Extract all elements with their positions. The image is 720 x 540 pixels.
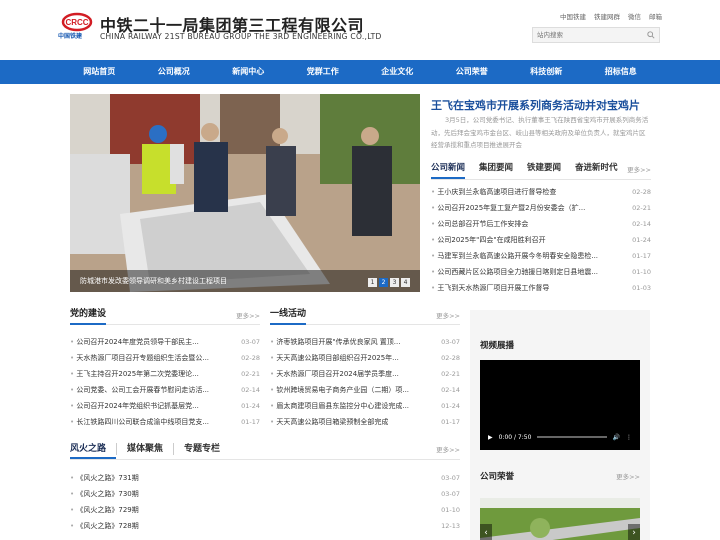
list-item[interactable]: 王小庆到兰永临高速项目进行督导检查02-28 — [431, 184, 651, 200]
slider-dot-4[interactable]: 4 — [401, 278, 410, 287]
tab-crcc-news[interactable]: 铁建要闻 — [527, 160, 561, 179]
site-header: CRCC 中国铁建 中铁二十一局集团第三工程有限公司 CHINA RAILWAY… — [0, 0, 720, 60]
fenghuo-list: 《风火之路》731期03-07 《风火之路》730期03-07 《风火之路》72… — [70, 470, 460, 534]
list-item[interactable]: 王飞到天水热源厂项目开展工作督导01-03 — [431, 280, 651, 296]
video-player[interactable]: ▶ 0:00 / 7:50 🔊 ⋮ — [480, 360, 640, 450]
right-panel: 视频展播 ▶ 0:00 / 7:50 🔊 ⋮ 公司荣誉 更多>> ‹ › — [470, 310, 650, 540]
nav-tech[interactable]: 科技创新 — [509, 60, 584, 84]
top-link-wechat[interactable]: 微信 — [628, 11, 641, 21]
frontline-section-header: 一线活动 更多>> — [270, 305, 460, 325]
list-item[interactable]: 《风火之路》729期01-10 — [70, 502, 460, 518]
volume-icon[interactable]: 🔊 — [613, 434, 620, 441]
slider-dot-1[interactable]: 1 — [368, 278, 377, 287]
tab-company-news[interactable]: 公司新闻 — [431, 160, 466, 179]
news-tabs: 公司新闻 集团要闻 铁建要闻 奋进新时代 更多>> — [431, 160, 651, 180]
search-box — [532, 27, 660, 43]
list-item[interactable]: 公司总部召开节后工作安排会02-14 — [431, 216, 651, 232]
play-icon[interactable]: ▶ — [488, 434, 493, 441]
nav-culture[interactable]: 企业文化 — [360, 60, 435, 84]
list-item[interactable]: 天水热源厂项目召开专题组织生活会暨公...02-28 — [70, 350, 260, 366]
party-section-title: 党的建设 — [70, 305, 107, 325]
list-item[interactable]: 公司党委、公司工会开展春节慰问走访活...02-14 — [70, 382, 260, 398]
list-item[interactable]: 公司召开2025年复工复产暨2月份安委会（扩...02-21 — [431, 200, 651, 216]
headline-title[interactable]: 王飞在宝鸡市开展系列商务活动并对宝鸡片 — [431, 97, 640, 113]
list-item[interactable]: 《风火之路》731期03-07 — [70, 470, 460, 486]
headline-summary: 3月5日，公司党委书记、执行董事王飞在陕西省宝鸡市开展系列商务活动，先后拜会宝鸡… — [431, 116, 649, 149]
list-item[interactable]: 王飞主持召开2025年第二次党委理论...02-21 — [70, 366, 260, 382]
list-item[interactable]: 公司西藏片区公路项目全力驰援日喀则定日县地震...01-10 — [431, 264, 651, 280]
honor-prev-arrow[interactable]: ‹ — [480, 524, 492, 540]
nav-honor[interactable]: 公司荣誉 — [435, 60, 510, 84]
nav-home[interactable]: 网站首页 — [62, 60, 137, 84]
frontline-list: 济枣铁路项目开展"传承优良家风 置顶...03-07 天天高速公路项目部组织召开… — [270, 334, 460, 430]
honor-photo[interactable] — [480, 498, 640, 540]
company-name-en: CHINA RAILWAY 21ST BUREAU GROUP THE 3RD … — [100, 32, 382, 41]
bottom-tabs: 风火之路 媒体聚焦 专题专栏 更多>> — [70, 440, 460, 460]
nav-news[interactable]: 新闻中心 — [211, 60, 286, 84]
tab-group-news[interactable]: 集团要闻 — [479, 160, 513, 179]
slider-photo — [70, 94, 420, 292]
party-more-link[interactable]: 更多>> — [236, 310, 260, 320]
tab-media[interactable]: 媒体聚焦 — [117, 440, 173, 458]
company-news-list: 王小庆到兰永临高速项目进行督导检查02-28 公司召开2025年复工复产暨2月份… — [431, 184, 651, 296]
tab-fenghuo[interactable]: 风火之路 — [70, 440, 117, 459]
search-input[interactable] — [533, 28, 641, 42]
party-section-header: 党的建设 更多>> — [70, 305, 260, 325]
video-progress-bar[interactable] — [537, 436, 607, 438]
nav-overview[interactable]: 公司概况 — [137, 60, 212, 84]
frontline-section-title: 一线活动 — [270, 305, 307, 325]
video-section-title: 视频展播 — [480, 341, 515, 351]
svg-text:CRCC: CRCC — [65, 18, 88, 27]
list-item[interactable]: 长江铁路四川公司联合成渝中线项目党支...01-17 — [70, 414, 260, 430]
honor-section-title: 公司荣誉 — [480, 472, 515, 482]
news-slider[interactable]: 防城港市发改委领导调研和美乡村建设工程项目 1 2 3 4 — [70, 94, 420, 292]
list-item[interactable]: 钦州跨境贸易电子商务产业园（二期）项...02-14 — [270, 382, 460, 398]
video-controls: ▶ 0:00 / 7:50 🔊 ⋮ — [488, 432, 632, 442]
party-list: 公司召开2024年度党员领导干部民主...03-07 天水热源厂项目召开专题组织… — [70, 334, 260, 430]
top-link-mail[interactable]: 邮箱 — [649, 11, 662, 21]
list-item[interactable]: 马建军到兰永临高速公路开展今冬明春安全隐患检...01-17 — [431, 248, 651, 264]
nav-party[interactable]: 党群工作 — [286, 60, 361, 84]
top-links: 中国铁建 铁建网群 微信 邮箱 — [560, 11, 662, 21]
nav-bidding[interactable]: 招标信息 — [584, 60, 659, 84]
news-more-link[interactable]: 更多>> — [627, 164, 651, 174]
list-item[interactable]: 天天高速公路项目部组织召开2025年...02-28 — [270, 350, 460, 366]
logo-subtitle: 中国铁建 — [58, 33, 83, 40]
frontline-more-link[interactable]: 更多>> — [436, 310, 460, 320]
tab-special[interactable]: 专题专栏 — [174, 440, 230, 458]
tab-new-era[interactable]: 奋进新时代 — [575, 160, 618, 179]
honor-more-link[interactable]: 更多>> — [616, 471, 640, 481]
list-item[interactable]: 天水热源厂项目召开2024届学员季度...02-21 — [270, 366, 460, 382]
slider-dot-2[interactable]: 2 — [379, 278, 388, 287]
more-options-icon[interactable]: ⋮ — [626, 434, 632, 441]
slider-pager: 1 2 3 4 — [368, 278, 410, 287]
top-link-group[interactable]: 铁建网群 — [594, 11, 620, 21]
main-nav: 网站首页 公司概况 新闻中心 党群工作 企业文化 公司荣誉 科技创新 招标信息 — [0, 60, 720, 84]
list-item[interactable]: 公司2025年"四会"在咸阳胜利召开01-24 — [431, 232, 651, 248]
fenghuo-more-link[interactable]: 更多>> — [436, 444, 460, 454]
video-time: 0:00 / 7:50 — [498, 433, 532, 441]
list-item[interactable]: 天天高速公路项目箱梁预制全部完成01-17 — [270, 414, 460, 430]
slider-dot-3[interactable]: 3 — [390, 278, 399, 287]
list-item[interactable]: 《风火之路》728期12-13 — [70, 518, 460, 534]
list-item[interactable]: 公司召开2024年度党员领导干部民主...03-07 — [70, 334, 260, 350]
honor-next-arrow[interactable]: › — [628, 524, 640, 540]
top-link-crcc[interactable]: 中国铁建 — [560, 11, 586, 21]
list-item[interactable]: 济枣铁路项目开展"传承优良家风 置顶...03-07 — [270, 334, 460, 350]
list-item[interactable]: 眉太商建项目眉县东监控分中心建设完成...01-24 — [270, 398, 460, 414]
list-item[interactable]: 《风火之路》730期03-07 — [70, 486, 460, 502]
list-item[interactable]: 公司召开2024年党组织书记抓基层党...01-24 — [70, 398, 260, 414]
search-icon[interactable] — [647, 31, 655, 39]
